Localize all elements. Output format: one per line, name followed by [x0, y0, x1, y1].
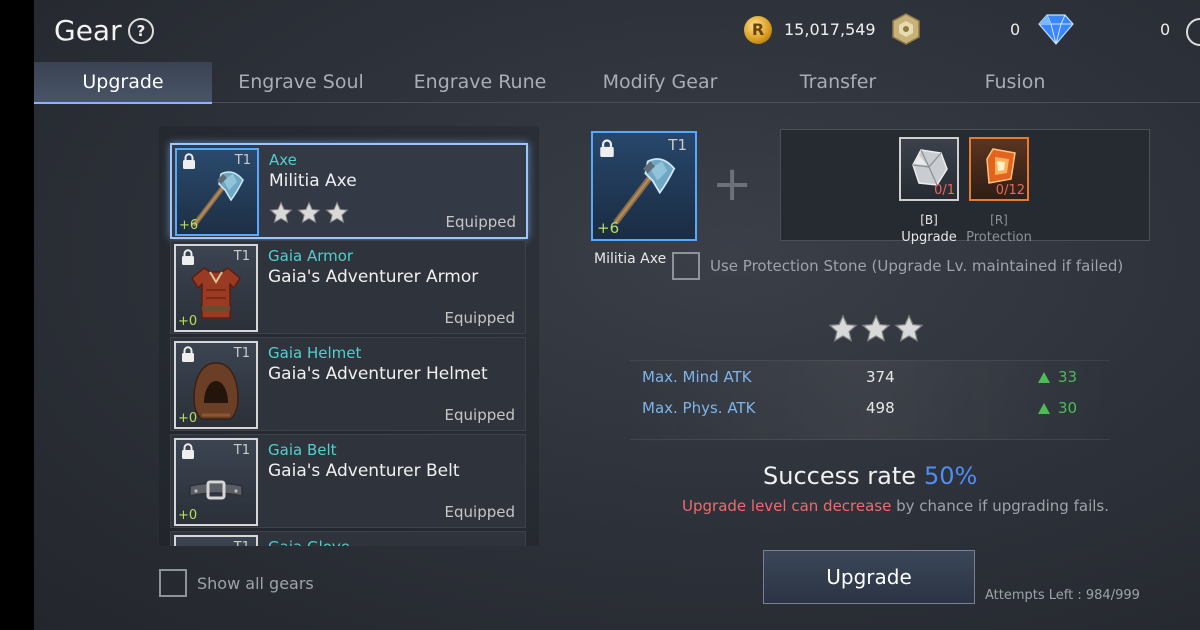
stat-increase-value: 33	[1058, 368, 1078, 386]
gold-coin-icon: R	[744, 16, 772, 44]
show-all-gears-label: Show all gears	[197, 574, 314, 593]
gear-name: Gaia's Adventurer Armor	[268, 267, 479, 287]
materials-panel: 0/1 [B] Upgrade 0/12 [R] Protection	[780, 129, 1150, 245]
gear-slot: T1	[174, 535, 258, 546]
stat-name: Max. Phys. ATK	[642, 399, 756, 417]
gear-list[interactable]: T1 +6 Axe Militia Axe Equipped T1 +0 Gai…	[159, 126, 539, 546]
stat-value: 498	[866, 399, 895, 417]
stat-row: Max. Mind ATK 374 33	[630, 368, 1110, 390]
page-title: Gear	[54, 14, 122, 47]
add-currency-button[interactable]	[1186, 18, 1200, 46]
stat-increase: 30	[1038, 399, 1077, 417]
success-rate-label: Success rate	[763, 462, 916, 490]
tab-engrave-soul[interactable]: Engrave Soul	[212, 62, 390, 102]
gear-category: Gaia Helmet	[268, 344, 362, 362]
help-icon[interactable]: ?	[128, 18, 154, 44]
gear-category: Gaia Belt	[268, 441, 337, 459]
attempts-left: Attempts Left : 984/999	[985, 588, 1140, 603]
material-label: Upgrade	[901, 230, 957, 245]
material-label: Protection	[966, 230, 1032, 245]
gear-item-armor[interactable]: T1 +0 Gaia Armor Gaia's Adventurer Armor…	[170, 240, 526, 334]
equipped-status: Equipped	[444, 309, 515, 327]
upgrade-level: +0	[178, 411, 198, 426]
gear-category: Gaia Armor	[268, 247, 354, 265]
upgrade-level: +0	[178, 314, 198, 329]
gear-item-glove[interactable]: T1 Gaia Glove	[170, 531, 526, 546]
material-grade: [B]	[920, 213, 938, 227]
tab-transfer[interactable]: Transfer	[750, 62, 926, 102]
gear-item-belt[interactable]: T1 +0 Gaia Belt Gaia's Adventurer Belt E…	[170, 434, 526, 528]
warning-text: by chance if upgrading fails.	[891, 497, 1109, 515]
star-icon	[325, 201, 349, 225]
gear-item-helmet[interactable]: T1 +0 Gaia Helmet Gaia's Adventurer Helm…	[170, 337, 526, 431]
arrow-up-icon	[1038, 403, 1050, 414]
protection-stone-label: Use Protection Stone (Upgrade Lv. mainta…	[710, 257, 1124, 275]
tab-bar: Upgrade Engrave Soul Engrave Rune Modify…	[34, 62, 1200, 104]
material-upgrade-stone[interactable]: 0/1 [B] Upgrade	[899, 137, 959, 245]
stats-table: Max. Mind ATK 374 33 Max. Phys. ATK 498 …	[630, 350, 1110, 448]
gear-name: Gaia's Adventurer Helmet	[268, 364, 488, 384]
selected-gear-name: Militia Axe	[594, 251, 667, 267]
gear-slot: T1 +0	[174, 244, 258, 332]
material-count: 0/12	[995, 183, 1025, 198]
gear-category: Axe	[269, 151, 297, 169]
success-rate-value: 50%	[924, 462, 978, 490]
gear-category: Gaia Glove	[268, 538, 350, 546]
gear-name: Gaia's Adventurer Belt	[268, 461, 460, 481]
star-rating	[269, 201, 353, 229]
tab-fusion[interactable]: Fusion	[926, 62, 1104, 102]
success-rate: Success rate 50%	[763, 462, 977, 490]
material-grade: [R]	[990, 213, 1008, 227]
upgrade-button[interactable]: Upgrade	[763, 550, 975, 604]
ruby-badge-icon	[892, 13, 920, 45]
tier-label: T1	[234, 540, 250, 546]
game-screen: Gear ? R 15,017,549 0 0 Upgrade Engrave …	[34, 0, 1200, 630]
stat-increase: 33	[1038, 368, 1077, 386]
axe-icon	[607, 151, 679, 227]
gold-amount: 15,017,549	[784, 20, 876, 39]
plus-icon: +	[712, 156, 753, 212]
star-icon	[269, 201, 293, 225]
selected-gear-slot[interactable]: T1 +6	[591, 131, 697, 241]
upgrade-warning: Upgrade level can decrease by chance if …	[682, 497, 1109, 515]
material-count: 0/1	[934, 183, 955, 198]
gear-slot: T1 +6	[175, 148, 259, 236]
stat-row: Max. Phys. ATK 498 30	[630, 399, 1110, 421]
equipped-status: Equipped	[444, 503, 515, 521]
tab-upgrade[interactable]: Upgrade	[34, 62, 212, 104]
tab-modify-gear[interactable]: Modify Gear	[570, 62, 750, 102]
diamond-icon	[1038, 14, 1074, 45]
diamond-amount: 0	[1160, 20, 1171, 39]
warning-highlight: Upgrade level can decrease	[682, 497, 892, 515]
star-icon	[861, 314, 891, 344]
header: Gear ? R 15,017,549 0 0	[34, 0, 1200, 62]
badge-amount: 0	[1010, 20, 1021, 39]
arrow-up-icon	[1038, 372, 1050, 383]
stat-name: Max. Mind ATK	[642, 368, 752, 386]
upgrade-star-rating	[828, 314, 927, 348]
star-icon	[894, 314, 924, 344]
star-icon	[828, 314, 858, 344]
gear-name: Militia Axe	[269, 171, 357, 191]
tab-engrave-rune[interactable]: Engrave Rune	[390, 62, 570, 102]
protection-stone-checkbox[interactable]	[672, 252, 700, 280]
show-all-gears-checkbox[interactable]	[159, 569, 187, 597]
upgrade-level: +0	[178, 508, 198, 523]
stat-value: 374	[866, 368, 895, 386]
upgrade-level: +6	[597, 219, 620, 237]
gear-slot: T1 +0	[174, 341, 258, 429]
gear-slot: T1 +0	[174, 438, 258, 526]
equipped-status: Equipped	[445, 213, 516, 231]
equipped-status: Equipped	[444, 406, 515, 424]
upgrade-level: +6	[179, 218, 199, 233]
gear-item-militia-axe[interactable]: T1 +6 Axe Militia Axe Equipped	[170, 143, 528, 239]
material-protection-stone[interactable]: 0/12 [R] Protection	[966, 137, 1032, 245]
star-icon	[297, 201, 321, 225]
stat-increase-value: 30	[1058, 399, 1078, 417]
